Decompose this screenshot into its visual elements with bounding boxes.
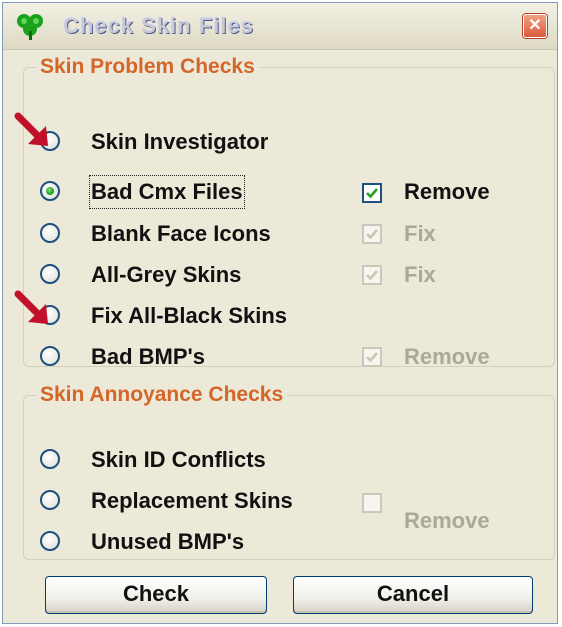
green-clover-icon: [17, 14, 43, 40]
radio-all-grey-skins[interactable]: [40, 264, 60, 284]
window-title: Check Skin Files: [63, 13, 254, 38]
annoyance-remove-label[interactable]: Remove: [404, 506, 490, 536]
blank-face-fix-label[interactable]: Fix: [404, 219, 436, 249]
all-grey-fix-label[interactable]: Fix: [404, 260, 436, 290]
checkmark-icon: [366, 352, 378, 363]
blank-face-fix-checkbox[interactable]: [362, 224, 382, 244]
title-bar[interactable]: Check Skin Files ✕: [3, 3, 557, 50]
option-label[interactable]: Fix All-Black Skins: [91, 301, 287, 331]
radio-replacement-skins[interactable]: [40, 490, 60, 510]
radio-bad-bmps[interactable]: [40, 346, 60, 366]
option-label[interactable]: Replacement Skins: [91, 486, 293, 516]
radio-unused-bmps[interactable]: [40, 531, 60, 551]
close-button[interactable]: ✕: [523, 14, 547, 38]
bad-cmx-remove-checkbox[interactable]: [362, 183, 382, 203]
option-label[interactable]: Bad Cmx Files: [89, 175, 245, 209]
option-label[interactable]: Blank Face Icons: [91, 219, 271, 249]
bad-cmx-remove-label[interactable]: Remove: [404, 177, 490, 207]
red-arrow-icon: [14, 112, 48, 146]
skin-problem-checks-group: Skin Problem Checks Skin Investigator Ba…: [23, 55, 555, 369]
skin-problem-checks-legend: Skin Problem Checks: [40, 55, 255, 78]
check-button[interactable]: Check: [45, 576, 267, 614]
checkmark-icon: [366, 270, 378, 281]
checkmark-icon: [366, 188, 378, 199]
bad-bmp-remove-checkbox[interactable]: [362, 347, 382, 367]
cancel-button[interactable]: Cancel: [293, 576, 533, 614]
skin-annoyance-checks-group: Skin Annoyance Checks Skin ID Conflicts …: [23, 383, 555, 560]
option-label[interactable]: Skin ID Conflicts: [91, 445, 266, 475]
bad-bmp-remove-label[interactable]: Remove: [404, 342, 490, 372]
close-icon: ✕: [528, 17, 542, 34]
checkmark-icon: [366, 229, 378, 240]
dialog-window: Check Skin Files ✕ Skin Problem Checks S…: [2, 2, 558, 624]
option-label[interactable]: Bad BMP's: [91, 342, 205, 372]
option-label[interactable]: All-Grey Skins: [91, 260, 241, 290]
radio-skin-id-conflicts[interactable]: [40, 449, 60, 469]
radio-blank-face-icons[interactable]: [40, 223, 60, 243]
skin-annoyance-checks-legend: Skin Annoyance Checks: [40, 383, 284, 406]
red-arrow-icon: [14, 290, 48, 324]
annoyance-remove-checkbox[interactable]: [362, 493, 382, 513]
option-label[interactable]: Unused BMP's: [91, 527, 244, 557]
all-grey-fix-checkbox[interactable]: [362, 265, 382, 285]
radio-bad-cmx-files[interactable]: [40, 181, 60, 201]
option-label[interactable]: Skin Investigator: [91, 127, 268, 157]
